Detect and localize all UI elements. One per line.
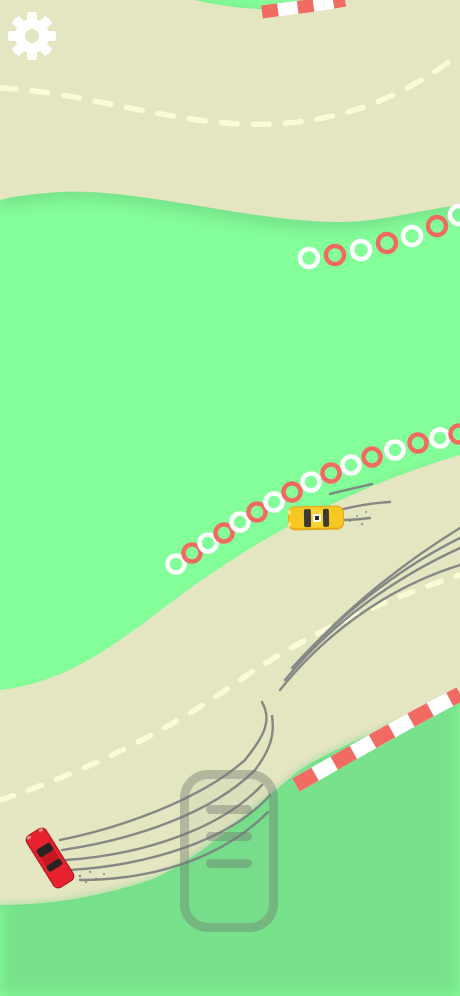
gear-icon [8,12,56,60]
drift-pad-icon-bar-middle [206,832,252,841]
drift-control-button[interactable] [180,770,278,932]
opponent-car [287,505,345,531]
settings-button[interactable] [6,10,58,62]
top-road [0,0,460,222]
drift-pad-icon-bar-top [206,805,252,814]
drift-pad-icon-bar-bottom [206,859,252,868]
